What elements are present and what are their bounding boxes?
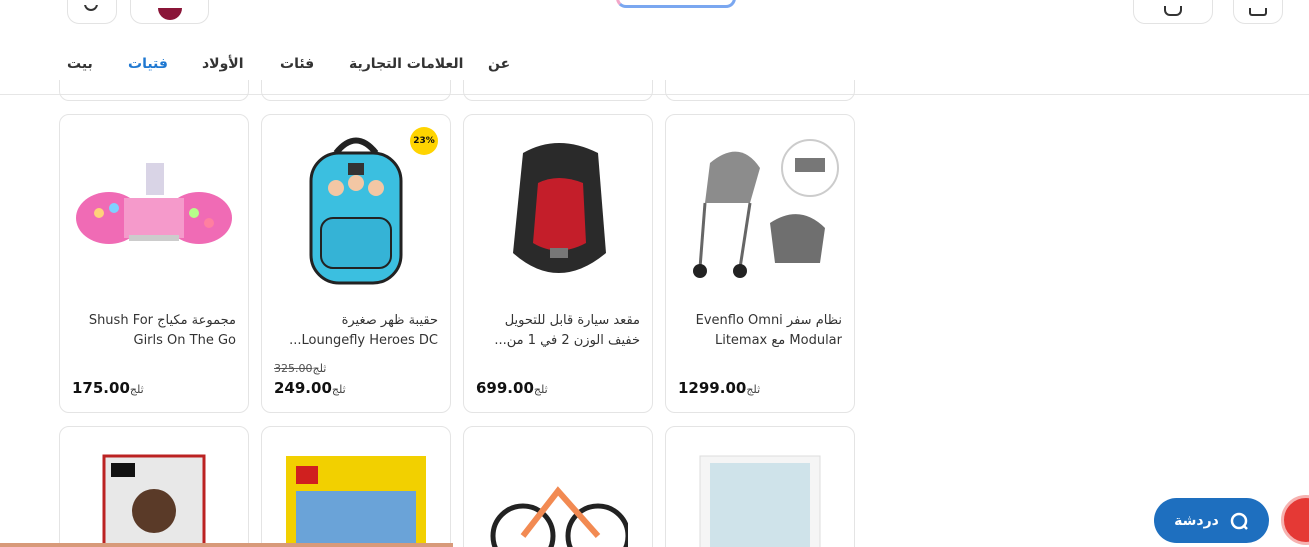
product-image[interactable] <box>474 123 642 303</box>
product-card-partial[interactable] <box>59 80 249 101</box>
nav-item-girls[interactable]: فتيات <box>128 56 168 72</box>
search-icon <box>84 5 98 11</box>
product-card[interactable]: نظام سفر Evenflo Omni Modular مع Litemax… <box>665 114 855 413</box>
product-title[interactable]: نظام سفر Evenflo Omni Modular مع Litemax <box>678 311 842 351</box>
product-image[interactable] <box>70 123 238 303</box>
nav-item-boys[interactable]: الأولاد <box>202 56 244 72</box>
store-logo[interactable] <box>616 0 736 8</box>
cart-icon <box>1249 8 1267 16</box>
product-title[interactable]: مجموعة مكياج Shush For Girls On The Go <box>72 311 236 351</box>
product-image[interactable] <box>474 451 642 547</box>
product-title[interactable]: حقيبة ظهر صغيرة Loungefly Heroes DC... <box>274 311 438 351</box>
nav-item-categories[interactable]: فئات <box>280 56 314 72</box>
chat-icon <box>1230 512 1248 530</box>
product-price: 175.00ثلج <box>72 379 144 397</box>
product-image[interactable] <box>272 451 440 547</box>
progress-strip <box>0 543 453 547</box>
notification-bell-button[interactable] <box>1281 495 1309 545</box>
product-card[interactable]: مجموعة مكياج Shush For Girls On The Go 1… <box>59 114 249 413</box>
cart-button[interactable] <box>1233 0 1283 24</box>
product-card[interactable] <box>665 426 855 547</box>
language-switch[interactable] <box>130 0 209 24</box>
product-image[interactable] <box>70 451 238 547</box>
product-card[interactable] <box>261 426 451 547</box>
product-title[interactable]: مقعد سيارة قابل للتحويل خفيف الوزن 2 في … <box>476 311 640 351</box>
chat-button[interactable]: دردشة <box>1154 498 1269 543</box>
chat-label: دردشة <box>1174 512 1219 529</box>
product-card-partial[interactable] <box>261 80 451 101</box>
product-card[interactable]: مقعد سيارة قابل للتحويل خفيف الوزن 2 في … <box>463 114 653 413</box>
product-card[interactable]: 23% حقيبة ظهر صغيرة Loungefly Heroes DC.… <box>261 114 451 413</box>
nav-item-about[interactable]: عن <box>488 56 510 72</box>
flag-icon <box>157 8 182 20</box>
product-old-price: 325.00ثلج <box>274 362 327 375</box>
product-price: 699.00ثلج <box>476 379 548 397</box>
account-button[interactable] <box>1133 0 1213 24</box>
nav-item-home[interactable]: بيت <box>67 56 93 72</box>
search-button[interactable] <box>67 0 117 24</box>
product-price: 1299.00ثلج <box>678 379 761 397</box>
user-icon <box>1164 6 1182 16</box>
product-image[interactable] <box>272 123 440 303</box>
product-image[interactable] <box>676 451 844 547</box>
product-card-partial[interactable] <box>463 80 653 101</box>
product-card[interactable] <box>59 426 249 547</box>
product-image[interactable] <box>676 123 844 303</box>
product-card[interactable] <box>463 426 653 547</box>
nav-item-brands[interactable]: العلامات التجارية <box>349 56 463 72</box>
product-price: 249.00ثلج <box>274 379 346 397</box>
product-card-partial[interactable] <box>665 80 855 101</box>
